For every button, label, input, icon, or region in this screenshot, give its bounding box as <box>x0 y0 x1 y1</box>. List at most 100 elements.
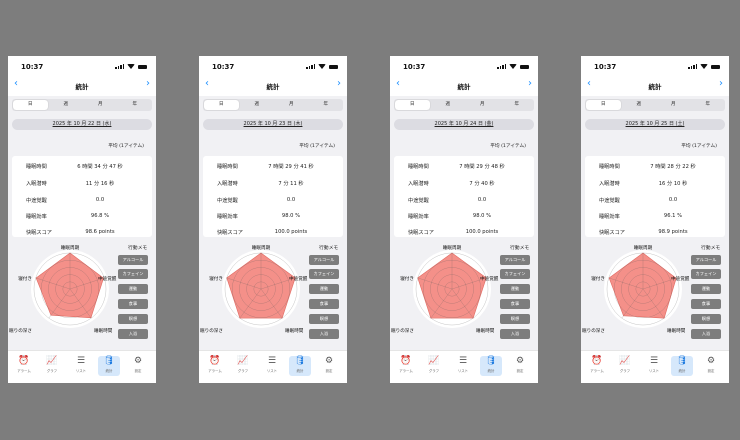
tab-database[interactable]: 🛢 統計 <box>289 356 311 376</box>
radar-axis-label: 寝付き <box>18 277 32 282</box>
chevron-right-icon[interactable]: › <box>719 79 723 89</box>
stats-row: 睡眠効率 96.1 % <box>585 209 725 223</box>
tab-line-chart[interactable]: 📈 グラフ <box>232 356 254 376</box>
tab-list[interactable]: ☰ リスト <box>643 356 665 376</box>
memo-button[interactable]: 運動 <box>309 284 339 294</box>
memo-button[interactable]: 入浴 <box>118 329 148 339</box>
stats-row-value: 7 時間 29 分 48 秒 <box>459 164 505 170</box>
stats-card: 睡眠時間 6 時間 34 分 47 秒入眠潜時 11 分 16 秒中途覚醒 0.0 睡眠… <box>12 156 152 237</box>
tab-gear[interactable]: ⚙ 設定 <box>318 356 340 376</box>
memo-button[interactable]: カフェイン <box>691 269 721 279</box>
chevron-right-icon[interactable]: › <box>528 79 532 89</box>
date-picker-button[interactable]: 2025 年 10 月 22 日 (水) <box>12 119 152 130</box>
segment-2[interactable]: 週 <box>49 99 84 111</box>
memo-button[interactable]: カフェイン <box>500 269 530 279</box>
date-picker-button[interactable]: 2025 年 10 月 25 日 (土) <box>585 119 725 130</box>
tab-alarm-clock[interactable]: ⏰ アラーム <box>13 356 35 376</box>
segment-4[interactable]: 年 <box>500 99 535 111</box>
tab-label: グラフ <box>46 369 58 373</box>
tab-list[interactable]: ☰ リスト <box>261 356 283 376</box>
segment-4[interactable]: 年 <box>691 99 726 111</box>
stats-row-label: 快眠スコア <box>26 230 52 236</box>
memo-button[interactable]: 入浴 <box>309 329 339 339</box>
stats-row-label: 快眠スコア <box>408 230 434 236</box>
segment-2[interactable]: 週 <box>622 99 657 111</box>
date-picker-button[interactable]: 2025 年 10 月 24 日 (金) <box>394 119 534 130</box>
chevron-right-icon[interactable]: › <box>337 79 341 89</box>
memo-button[interactable]: 食事 <box>691 299 721 309</box>
memo-button[interactable]: アルコール <box>309 255 339 265</box>
tab-alarm-clock[interactable]: ⏰ アラーム <box>204 356 226 376</box>
memo-button[interactable]: 運動 <box>691 284 721 294</box>
segment-4[interactable]: 年 <box>118 99 153 111</box>
tab-line-chart[interactable]: 📈 グラフ <box>614 356 636 376</box>
period-segmented-control: 日週月年 <box>394 99 534 111</box>
segment-3[interactable]: 月 <box>465 99 500 111</box>
database-icon: 🛢 <box>676 356 688 366</box>
stats-row-label: 睡眠時間 <box>26 164 47 170</box>
memo-button[interactable]: アルコール <box>691 255 721 265</box>
tab-list[interactable]: ☰ リスト <box>70 356 92 376</box>
line-chart-icon: 📈 <box>46 356 58 366</box>
tab-gear[interactable]: ⚙ 設定 <box>127 356 149 376</box>
average-label: 平均 (1アイテム) <box>108 144 144 149</box>
stats-row-value: 6 時間 34 分 47 秒 <box>77 164 123 170</box>
memo-button[interactable]: 入浴 <box>691 329 721 339</box>
tab-line-chart[interactable]: 📈 グラフ <box>423 356 445 376</box>
stats-row-label: 睡眠時間 <box>408 164 429 170</box>
segment-4[interactable]: 年 <box>309 99 344 111</box>
tab-label: リスト <box>648 369 660 373</box>
tab-bar: ⏰ アラーム 📈 グラフ ☰ リスト 🛢 統計 ⚙ 設定 <box>199 350 347 383</box>
tab-list[interactable]: ☰ リスト <box>452 356 474 376</box>
stats-row-label: 入眠潜時 <box>26 181 47 187</box>
memo-button[interactable]: 瞑想 <box>691 314 721 324</box>
tab-alarm-clock[interactable]: ⏰ アラーム <box>395 356 417 376</box>
segment-2[interactable]: 週 <box>240 99 275 111</box>
segment-1[interactable]: 日 <box>395 100 430 110</box>
tab-database[interactable]: 🛢 統計 <box>671 356 693 376</box>
tab-gear[interactable]: ⚙ 設定 <box>700 356 722 376</box>
memo-button[interactable]: 瞑想 <box>500 314 530 324</box>
tab-alarm-clock[interactable]: ⏰ アラーム <box>586 356 608 376</box>
memo-button[interactable]: 入浴 <box>500 329 530 339</box>
radar-axis-label: 眠りの深さ <box>582 329 605 334</box>
tab-label: 統計 <box>678 369 686 373</box>
line-chart-icon: 📈 <box>619 356 631 366</box>
average-label: 平均 (1アイテム) <box>299 144 335 149</box>
memo-button[interactable]: 食事 <box>500 299 530 309</box>
tab-line-chart[interactable]: 📈 グラフ <box>41 356 63 376</box>
wifi-icon <box>318 64 326 69</box>
memo-button[interactable]: アルコール <box>118 255 148 265</box>
stats-row: 中途覚醒 0.0 <box>12 193 152 207</box>
memo-button[interactable]: 食事 <box>118 299 148 309</box>
memo-button[interactable]: カフェイン <box>309 269 339 279</box>
tab-database[interactable]: 🛢 統計 <box>98 356 120 376</box>
segment-3[interactable]: 月 <box>274 99 309 111</box>
segment-1[interactable]: 日 <box>13 100 48 110</box>
tab-label: アラーム <box>208 369 222 373</box>
status-bar: 10:37 <box>199 56 347 74</box>
tab-gear[interactable]: ⚙ 設定 <box>509 356 531 376</box>
memo-button[interactable]: 運動 <box>118 284 148 294</box>
segment-1[interactable]: 日 <box>204 100 239 110</box>
segment-3[interactable]: 月 <box>83 99 118 111</box>
segment-3[interactable]: 月 <box>656 99 691 111</box>
chevron-right-icon[interactable]: › <box>146 79 150 89</box>
radar-axis-label: 睡眠時間 <box>285 329 304 334</box>
tab-label: 統計 <box>296 369 304 373</box>
memo-button[interactable]: 瞑想 <box>309 314 339 324</box>
activity-memo-title: 行動メモ <box>510 246 530 251</box>
memo-button[interactable]: 瞑想 <box>118 314 148 324</box>
segment-2[interactable]: 週 <box>431 99 466 111</box>
tab-database[interactable]: 🛢 統計 <box>480 356 502 376</box>
nav-bar: ‹ 統計 › <box>390 74 538 96</box>
memo-button[interactable]: アルコール <box>500 255 530 265</box>
gear-icon: ⚙ <box>133 356 143 366</box>
average-label: 平均 (1アイテム) <box>681 144 717 149</box>
memo-button[interactable]: 運動 <box>500 284 530 294</box>
segment-1[interactable]: 日 <box>586 100 621 110</box>
memo-button[interactable]: 食事 <box>309 299 339 309</box>
stats-row: 睡眠効率 98.0 % <box>203 209 343 223</box>
memo-button[interactable]: カフェイン <box>118 269 148 279</box>
date-picker-button[interactable]: 2025 年 10 月 23 日 (木) <box>203 119 343 130</box>
